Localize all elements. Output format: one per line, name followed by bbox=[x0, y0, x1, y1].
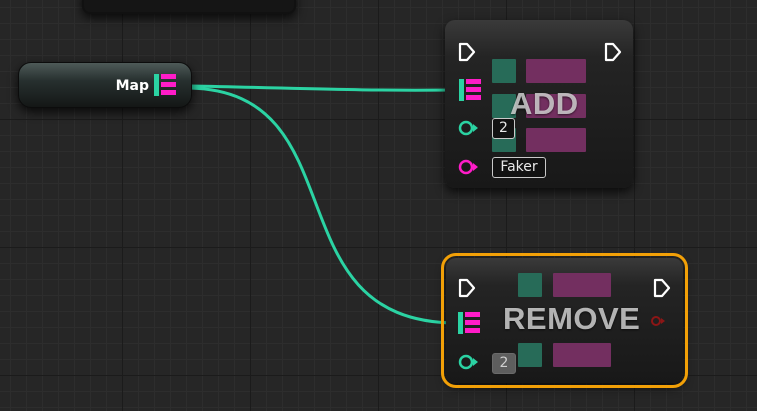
map-to-remove-wire[interactable] bbox=[189, 86, 457, 325]
remove-node-title: REMOVE bbox=[503, 301, 641, 336]
map-icon-value-block bbox=[553, 343, 611, 367]
map-icon-key-block bbox=[492, 59, 516, 83]
map-to-add-wire[interactable] bbox=[189, 84, 456, 92]
return-value-output-pin[interactable] bbox=[650, 315, 666, 327]
map-node-label: Map bbox=[115, 78, 149, 94]
target-map-input-pin[interactable] bbox=[458, 312, 480, 334]
key-input-pin[interactable] bbox=[458, 119, 480, 137]
map-icon-key-block bbox=[518, 273, 542, 297]
key-value-field[interactable]: 2 bbox=[492, 353, 516, 374]
add-node-title: ADD bbox=[510, 86, 579, 121]
value-input-pin[interactable] bbox=[458, 158, 480, 176]
map-icon-value-block bbox=[526, 128, 586, 152]
key-value-field[interactable]: 2 bbox=[492, 118, 515, 139]
partial-offscreen-node[interactable] bbox=[82, 0, 296, 14]
remove-node[interactable]: REMOVE 2 bbox=[441, 253, 688, 388]
map-icon-value-block bbox=[526, 59, 586, 83]
map-icon-key-block bbox=[518, 343, 542, 367]
map-variable-node[interactable]: Map bbox=[18, 62, 192, 108]
map-output-pin[interactable] bbox=[154, 74, 176, 96]
blueprint-graph-canvas[interactable]: Map ADD 2 Faker REMOVE 2 bbox=[0, 0, 757, 411]
exec-input-pin[interactable] bbox=[457, 42, 477, 62]
exec-output-pin[interactable] bbox=[603, 42, 623, 62]
value-string-field[interactable]: Faker bbox=[492, 157, 546, 178]
add-node[interactable]: ADD 2 Faker bbox=[445, 20, 633, 188]
exec-output-pin[interactable] bbox=[652, 278, 672, 298]
map-icon-value-block bbox=[553, 273, 611, 297]
exec-input-pin[interactable] bbox=[457, 278, 477, 298]
target-map-input-pin[interactable] bbox=[459, 79, 481, 101]
key-input-pin[interactable] bbox=[458, 353, 480, 371]
